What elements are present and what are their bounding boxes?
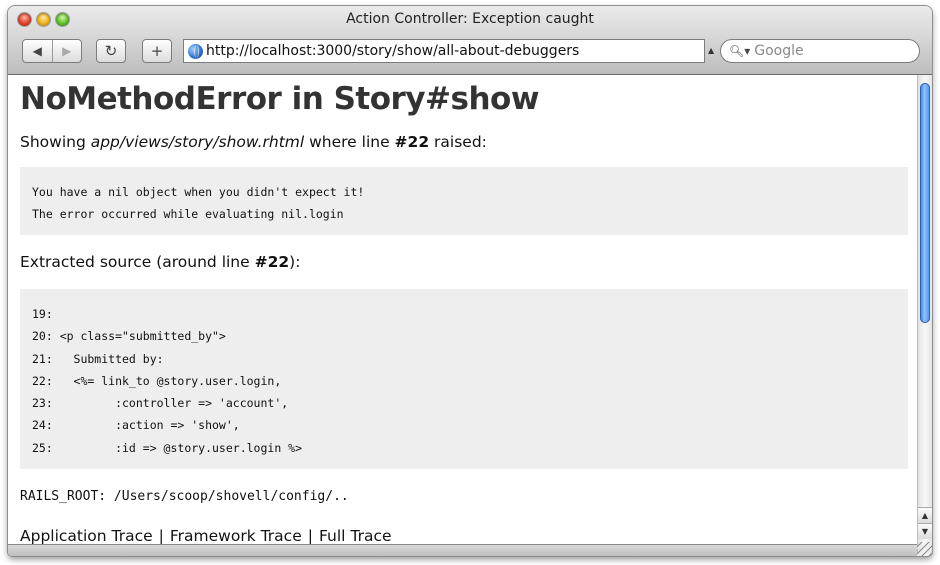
add-bookmark-button[interactable]: + <box>142 39 172 63</box>
extracted-suffix: ): <box>289 253 301 271</box>
back-button[interactable]: ◀ <box>23 44 52 58</box>
error-message-box: You have a nil object when you didn't ex… <box>20 167 908 235</box>
search-field[interactable]: 🔍︎▾ Google <box>720 39 920 63</box>
source-line: 21: Submitted by: <box>32 351 164 366</box>
source-line: 24: :action => 'show', <box>32 418 240 433</box>
trace-separator: | <box>307 527 313 544</box>
framework-trace-link[interactable]: Framework Trace <box>170 527 302 544</box>
vertical-scrollbar[interactable]: ▲ ▼ <box>917 75 932 556</box>
showing-suffix: raised: <box>429 133 487 151</box>
rails-root: RAILS_ROOT: /Users/scoop/shovell/config/… <box>20 489 349 504</box>
browser-toolbar: Action Controller: Exception caught ◀ ▶ … <box>8 6 932 75</box>
forward-button[interactable]: ▶ <box>53 44 82 58</box>
source-line: 20: <p class="submitted_by"> <box>32 329 226 344</box>
template-path: app/views/story/show.rhtml <box>90 133 305 151</box>
resize-grip-icon[interactable] <box>917 542 932 556</box>
reload-button[interactable]: ↻ <box>96 39 126 63</box>
search-placeholder: Google <box>754 43 804 59</box>
source-code-box: 19: 20: <p class="submitted_by"> 21: Sub… <box>20 289 908 469</box>
error-line: You have a nil object when you didn't ex… <box>32 185 365 199</box>
line-number: #22 <box>394 133 430 151</box>
browser-window: Action Controller: Exception caught ◀ ▶ … <box>8 6 932 556</box>
scroll-up-arrow-icon[interactable]: ▲ <box>918 507 932 523</box>
trace-links: Application Trace | Framework Trace | Full T… <box>20 527 392 544</box>
page-content: NoMethodError in Story#show Showing app/… <box>8 75 917 544</box>
page-title: NoMethodError in Story#show <box>20 81 539 117</box>
extracted-source-heading: Extracted source (around line #22): <box>20 253 300 271</box>
globe-icon <box>188 43 203 59</box>
source-line: 23: :controller => 'account', <box>32 396 289 411</box>
showing-prefix: Showing <box>20 133 91 151</box>
source-line: 19: <box>32 307 53 321</box>
back-forward-buttons: ◀ ▶ <box>22 39 82 63</box>
scroll-down-arrow-icon[interactable]: ▼ <box>918 523 932 539</box>
address-bar[interactable]: http://localhost:3000/story/show/all-abo… <box>183 39 705 63</box>
window-bottom-bar <box>8 544 917 556</box>
full-trace-link[interactable]: Full Trace <box>319 527 392 544</box>
application-trace-link[interactable]: Application Trace <box>20 527 153 544</box>
source-line: 25: :id => @story.user.login %> <box>32 440 303 455</box>
address-text[interactable]: http://localhost:3000/story/show/all-abo… <box>206 43 579 59</box>
window-title: Action Controller: Exception caught <box>346 11 594 27</box>
showing-line: Showing app/views/story/show.rhtml where… <box>20 133 487 151</box>
address-dropdown-icon[interactable]: ▲ <box>708 46 714 55</box>
search-icon[interactable]: 🔍︎▾ <box>729 44 750 58</box>
extracted-prefix: Extracted source (around line <box>20 253 255 271</box>
showing-middle: where line <box>304 133 395 151</box>
error-line: The error occurred while evaluating nil.… <box>32 207 344 221</box>
source-line: 22: <%= link_to @story.user.login, <box>32 373 282 388</box>
trace-separator: | <box>158 527 164 544</box>
extracted-line-number: #22 <box>254 253 290 271</box>
scrollbar-thumb[interactable] <box>920 83 930 323</box>
